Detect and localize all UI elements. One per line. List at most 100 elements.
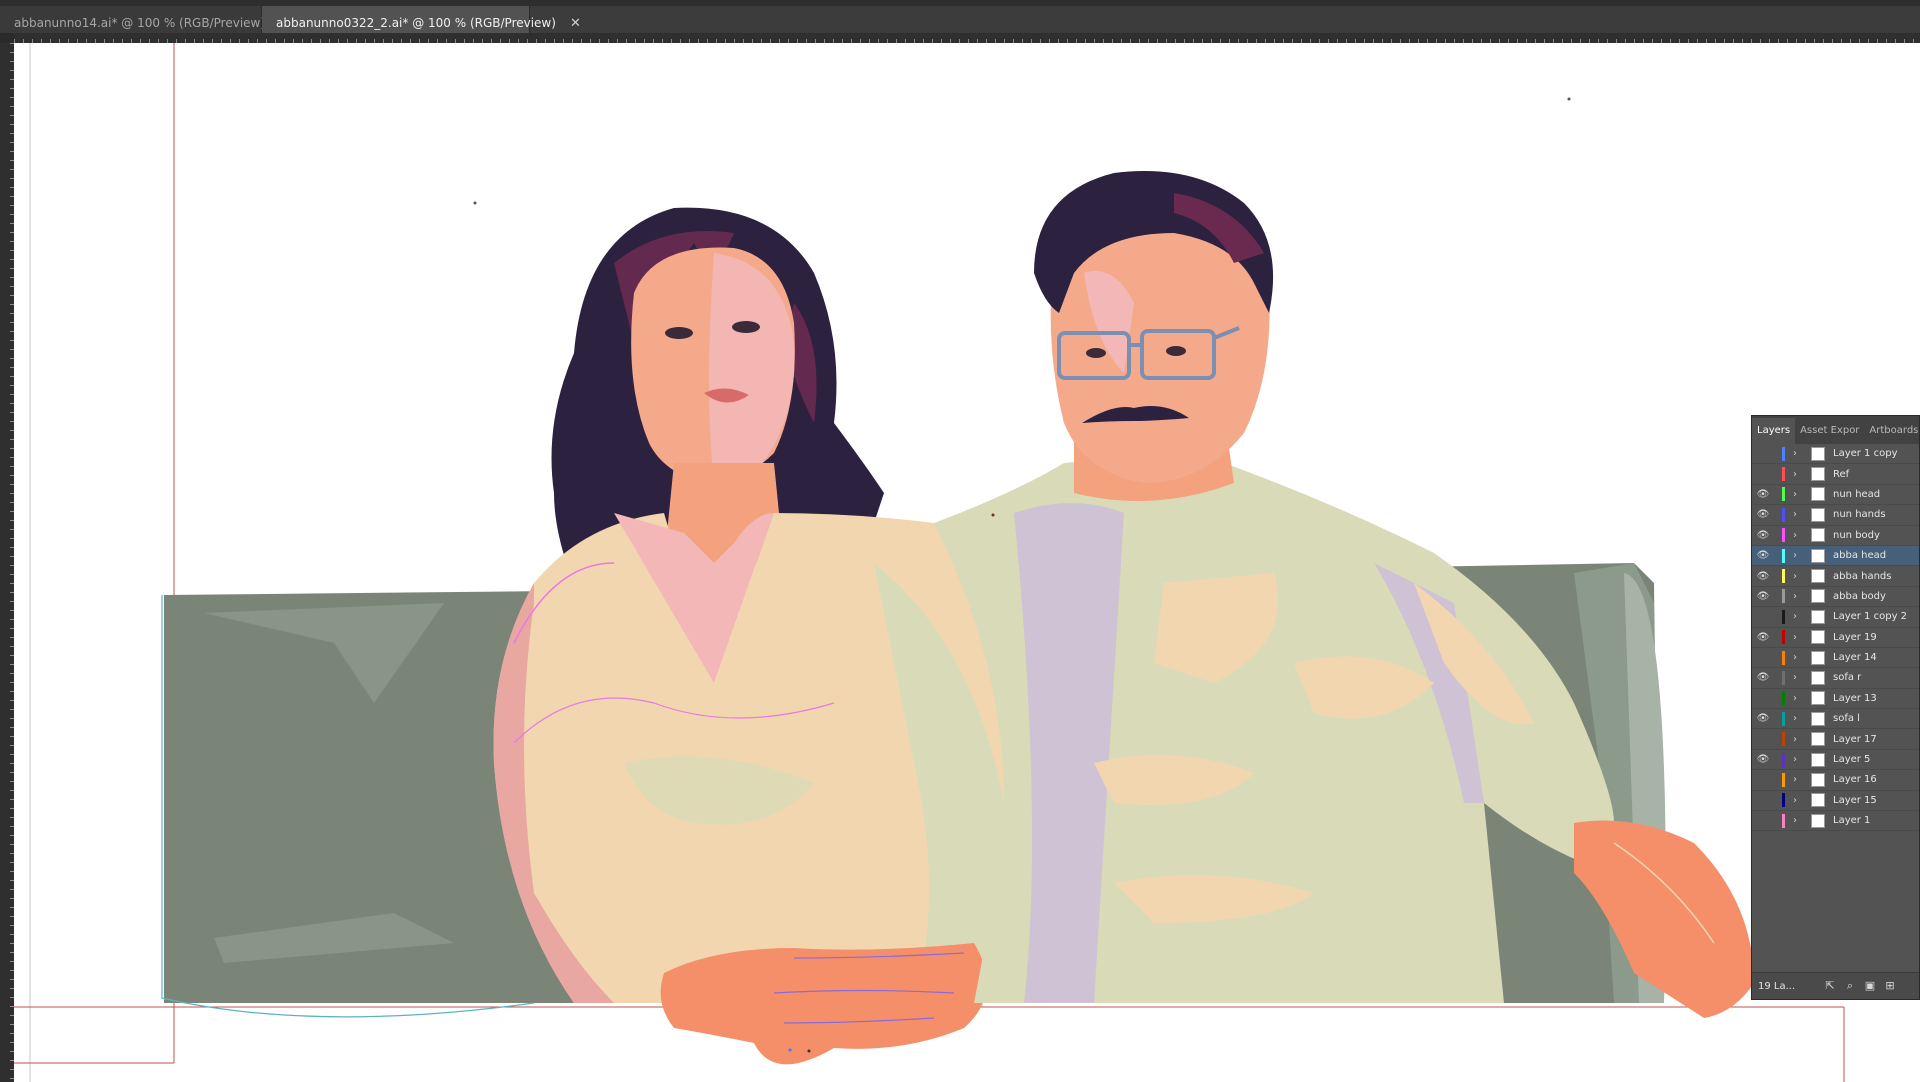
vertical-ruler[interactable] — [0, 43, 14, 1082]
layer-name[interactable]: Layer 1 copy — [1833, 448, 1897, 459]
layer-row[interactable]: › Ref — [1752, 464, 1919, 485]
layer-row[interactable]: 👁 › nun head — [1752, 485, 1919, 506]
chevron-right-icon[interactable]: › — [1793, 632, 1807, 643]
layer-color-swatch — [1782, 609, 1785, 624]
tab-label: abbanunno14.ai* @ 100 % (RGB/Preview) — [14, 16, 266, 30]
layer-name[interactable]: nun hands — [1833, 509, 1886, 520]
layer-row[interactable]: › Layer 15 — [1752, 791, 1919, 812]
layer-name[interactable]: nun body — [1833, 530, 1880, 541]
layer-row[interactable]: › Layer 17 — [1752, 729, 1919, 750]
anchor-point — [807, 1049, 811, 1053]
layer-color-swatch — [1782, 752, 1785, 767]
layer-name[interactable]: Layer 1 — [1833, 815, 1870, 826]
layer-row[interactable]: › Layer 14 — [1752, 648, 1919, 669]
eye-icon[interactable]: 👁 — [1752, 489, 1774, 500]
layer-row[interactable]: 👁 › Layer 19 — [1752, 628, 1919, 648]
layer-row[interactable]: 👁 › abba body — [1752, 587, 1919, 608]
chevron-right-icon[interactable]: › — [1793, 652, 1807, 663]
eye-icon[interactable]: 👁 — [1752, 672, 1774, 683]
chevron-right-icon[interactable]: › — [1793, 713, 1807, 724]
horizontal-ruler[interactable] — [14, 33, 1920, 43]
layer-thumbnail — [1811, 630, 1825, 645]
layer-row[interactable]: 👁 › sofa r — [1752, 668, 1919, 689]
anchor-point — [991, 513, 995, 517]
chevron-right-icon[interactable]: › — [1793, 530, 1807, 541]
layer-color-swatch — [1782, 467, 1785, 482]
chevron-right-icon[interactable]: › — [1793, 611, 1807, 622]
eye-icon[interactable]: 👁 — [1752, 509, 1774, 520]
layer-name[interactable]: Layer 15 — [1833, 795, 1877, 806]
layer-name[interactable]: Layer 1 copy 2 — [1833, 611, 1907, 622]
chevron-right-icon[interactable]: › — [1793, 734, 1807, 745]
layer-thumbnail — [1811, 507, 1825, 522]
layer-name[interactable]: abba head — [1833, 550, 1886, 561]
chevron-right-icon[interactable]: › — [1793, 774, 1807, 785]
chevron-right-icon[interactable]: › — [1793, 469, 1807, 480]
layer-row[interactable]: › Layer 1 copy — [1752, 444, 1919, 465]
layer-name[interactable]: Layer 19 — [1833, 632, 1877, 643]
eye-icon[interactable]: 👁 — [1752, 550, 1774, 561]
layer-row[interactable]: › Layer 1 — [1752, 811, 1919, 832]
layer-name[interactable]: sofa l — [1833, 713, 1860, 724]
chevron-right-icon[interactable]: › — [1793, 448, 1807, 459]
layer-color-swatch — [1782, 772, 1785, 787]
new-layer-icon[interactable]: ⊞ — [1880, 977, 1900, 995]
chevron-right-icon[interactable]: › — [1793, 693, 1807, 704]
layer-thumbnail — [1811, 793, 1825, 808]
layer-color-swatch — [1782, 670, 1785, 685]
layer-row[interactable]: › Layer 1 copy 2 — [1752, 607, 1919, 628]
eye-icon[interactable]: 👁 — [1752, 754, 1774, 765]
layer-row[interactable]: › Layer 13 — [1752, 689, 1919, 710]
chevron-right-icon[interactable]: › — [1793, 672, 1807, 683]
artboard-canvas[interactable] — [14, 43, 1920, 1082]
layer-name[interactable]: Layer 14 — [1833, 652, 1877, 663]
chevron-right-icon[interactable]: › — [1793, 571, 1807, 582]
layer-row[interactable]: › Layer 16 — [1752, 770, 1919, 791]
tab-artboards[interactable]: Artboards — [1864, 418, 1920, 444]
layer-row[interactable]: 👁 › nun hands — [1752, 505, 1919, 526]
layer-color-swatch — [1782, 548, 1785, 563]
eye-icon[interactable]: 👁 — [1752, 632, 1774, 643]
close-icon[interactable]: ✕ — [570, 16, 581, 31]
tab-layers[interactable]: Layers — [1752, 418, 1796, 444]
ruler-origin[interactable] — [0, 33, 14, 43]
export-icon[interactable]: ⇱ — [1820, 977, 1840, 995]
search-icon[interactable]: ⌕ — [1840, 977, 1860, 995]
layer-thumbnail — [1811, 569, 1825, 584]
eye-icon[interactable]: 👁 — [1752, 530, 1774, 541]
eye-icon[interactable]: 👁 — [1752, 713, 1774, 724]
anchor-point — [788, 1048, 792, 1052]
layer-color-swatch — [1782, 446, 1785, 461]
layer-name[interactable]: abba hands — [1833, 571, 1892, 582]
tab-asset-export[interactable]: Asset Expor — [1795, 418, 1864, 444]
layer-color-swatch — [1782, 528, 1785, 543]
layer-name[interactable]: Layer 17 — [1833, 734, 1877, 745]
layer-thumbnail — [1811, 732, 1825, 747]
chevron-right-icon[interactable]: › — [1793, 795, 1807, 806]
woman-figure — [493, 207, 1022, 1065]
layer-row[interactable]: 👁 › nun body — [1752, 526, 1919, 546]
eye-icon[interactable]: 👁 — [1752, 571, 1774, 582]
layer-row[interactable]: 👁 › sofa l — [1752, 709, 1919, 730]
chevron-right-icon[interactable]: › — [1793, 815, 1807, 826]
layer-thumbnail — [1811, 589, 1825, 604]
chevron-right-icon[interactable]: › — [1793, 489, 1807, 500]
panel-tab-bar: Layers Asset Expor Artboards — [1752, 416, 1919, 444]
chevron-right-icon[interactable]: › — [1793, 550, 1807, 561]
layers-panel: Layers Asset Expor Artboards › Layer 1 co… — [1751, 415, 1920, 1000]
eye-icon[interactable]: 👁 — [1752, 591, 1774, 602]
layer-row[interactable]: 👁 › abba head — [1752, 545, 1919, 567]
new-sublayer-icon[interactable]: ▣ — [1860, 977, 1880, 995]
layer-name[interactable]: abba body — [1833, 591, 1886, 602]
chevron-right-icon[interactable]: › — [1793, 509, 1807, 520]
layer-name[interactable]: Layer 16 — [1833, 774, 1877, 785]
chevron-right-icon[interactable]: › — [1793, 591, 1807, 602]
layer-name[interactable]: Layer 5 — [1833, 754, 1870, 765]
layer-name[interactable]: sofa r — [1833, 672, 1861, 683]
layer-row[interactable]: 👁 › abba hands — [1752, 566, 1919, 587]
chevron-right-icon[interactable]: › — [1793, 754, 1807, 765]
layer-name[interactable]: Ref — [1833, 469, 1849, 480]
layer-row[interactable]: 👁 › Layer 5 — [1752, 750, 1919, 771]
layer-name[interactable]: Layer 13 — [1833, 693, 1877, 704]
layer-name[interactable]: nun head — [1833, 489, 1880, 500]
